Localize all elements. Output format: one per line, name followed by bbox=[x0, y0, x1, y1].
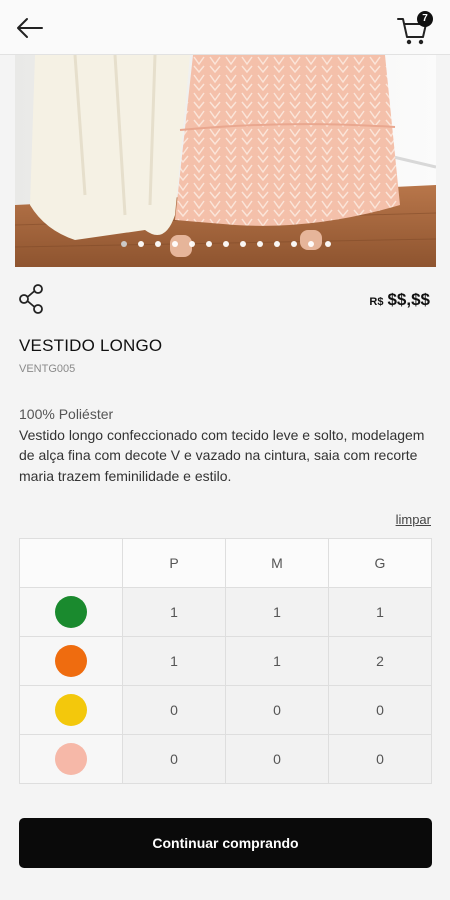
grid-header-row: P M G bbox=[19, 538, 432, 588]
quantity-cell[interactable]: 1 bbox=[225, 636, 329, 686]
size-header: G bbox=[328, 538, 432, 588]
quantity-cell[interactable]: 1 bbox=[328, 587, 432, 637]
pagination-dot[interactable] bbox=[324, 241, 331, 247]
product-price: R$ $$,$$ bbox=[369, 290, 430, 310]
pagination-dot[interactable] bbox=[188, 241, 195, 247]
pagination-dot[interactable] bbox=[120, 241, 127, 247]
color-swatch bbox=[55, 743, 87, 775]
color-swatch bbox=[55, 645, 87, 677]
color-row: 1 1 1 bbox=[19, 587, 432, 637]
quantity-cell[interactable]: 0 bbox=[328, 685, 432, 735]
quantity-cell[interactable]: 0 bbox=[225, 734, 329, 784]
color-row: 1 1 2 bbox=[19, 636, 432, 686]
product-photo bbox=[15, 55, 436, 267]
pagination-dot[interactable] bbox=[273, 241, 280, 247]
product-material: 100% Poliéster bbox=[19, 406, 114, 422]
color-swatch-cell bbox=[19, 636, 123, 686]
color-row: 0 0 0 bbox=[19, 734, 432, 784]
quantity-cell[interactable]: 1 bbox=[122, 636, 226, 686]
color-swatch-cell bbox=[19, 685, 123, 735]
product-sku: VENTG005 bbox=[19, 363, 76, 375]
quantity-cell[interactable]: 1 bbox=[122, 587, 226, 637]
size-color-grid: P M G 1 1 1 1 1 2 0 0 0 0 0 0 bbox=[19, 538, 432, 784]
pagination-dot[interactable] bbox=[171, 241, 178, 247]
size-header: M bbox=[225, 538, 329, 588]
pagination-dot[interactable] bbox=[154, 241, 161, 247]
continue-shopping-button[interactable]: Continuar comprando bbox=[19, 818, 432, 868]
pagination-dot[interactable] bbox=[256, 241, 263, 247]
description-text: Vestido longo confeccionado com tecido l… bbox=[19, 426, 425, 484]
share-button[interactable] bbox=[18, 284, 46, 314]
price-currency: R$ bbox=[369, 296, 384, 308]
cart-count-badge: 7 bbox=[417, 11, 433, 27]
color-swatch-cell bbox=[19, 587, 123, 637]
back-button[interactable] bbox=[14, 14, 46, 42]
quantity-cell[interactable]: 0 bbox=[122, 734, 226, 784]
quantity-cell[interactable]: 0 bbox=[122, 685, 226, 735]
share-icon bbox=[19, 284, 43, 314]
top-bar: 7 bbox=[0, 0, 450, 55]
quantity-cell[interactable]: 2 bbox=[328, 636, 432, 686]
pagination-dot[interactable] bbox=[222, 241, 229, 247]
color-swatch bbox=[55, 694, 87, 726]
pagination-dot[interactable] bbox=[290, 241, 297, 247]
product-description: 100% Poliéster Vestido longo confecciona… bbox=[19, 404, 434, 486]
arrow-left-icon bbox=[17, 18, 43, 38]
cart-button[interactable]: 7 bbox=[396, 10, 436, 46]
color-swatch bbox=[55, 596, 87, 628]
pagination-dot[interactable] bbox=[137, 241, 144, 247]
quantity-cell[interactable]: 0 bbox=[225, 685, 329, 735]
quantity-cell[interactable]: 1 bbox=[225, 587, 329, 637]
pagination-dot[interactable] bbox=[205, 241, 212, 247]
color-swatch-cell bbox=[19, 734, 123, 784]
pagination-dot[interactable] bbox=[239, 241, 246, 247]
product-image-gallery[interactable] bbox=[15, 55, 436, 267]
quantity-cell[interactable]: 0 bbox=[328, 734, 432, 784]
gallery-pagination bbox=[15, 241, 436, 247]
color-row: 0 0 0 bbox=[19, 685, 432, 735]
size-header: P bbox=[122, 538, 226, 588]
price-value: $$,$$ bbox=[387, 290, 430, 309]
product-title: VESTIDO LONGO bbox=[19, 336, 163, 355]
grid-corner-cell bbox=[19, 538, 123, 588]
clear-quantities-link[interactable]: limpar bbox=[396, 512, 431, 527]
pagination-dot[interactable] bbox=[307, 241, 314, 247]
